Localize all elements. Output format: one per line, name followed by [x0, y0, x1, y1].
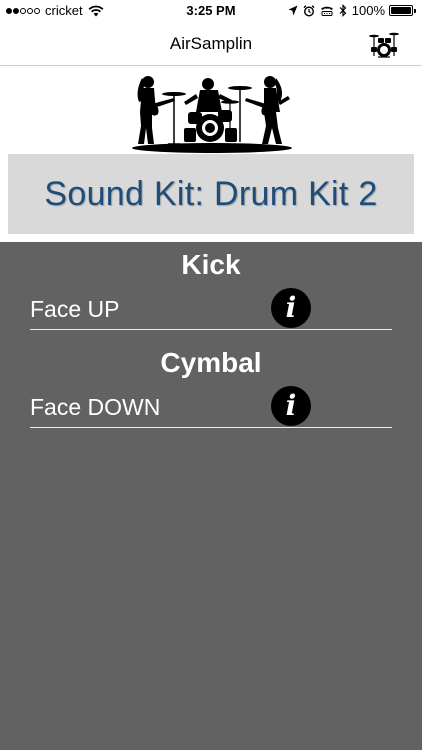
info-icon: i: [285, 291, 297, 324]
location-arrow-icon: [288, 5, 298, 16]
band-silhouette-image: [132, 76, 292, 153]
gesture-label: Face UP: [30, 296, 120, 322]
bluetooth-icon: [339, 4, 347, 17]
battery-level-fill: [391, 7, 411, 14]
gesture-mapping-panel: Kick Face UP i Cymbal Face DOWN i: [0, 242, 422, 750]
band-silhouette-banner: [130, 72, 292, 154]
drum-kit-button[interactable]: [368, 28, 400, 60]
battery-tip: [414, 8, 416, 13]
app-title: AirSamplin: [169, 34, 253, 53]
status-right: 100%: [283, 3, 416, 18]
row-divider: [30, 329, 392, 330]
info-button[interactable]: i: [271, 288, 311, 328]
drum-kit-icon: [369, 32, 399, 58]
alarm-clock-icon: [303, 4, 315, 17]
info-icon: i: [285, 389, 297, 422]
navigation-bar: AirSamplin: [0, 22, 422, 66]
sound-kit-banner: Sound Kit: Drum Kit 2: [8, 154, 414, 234]
info-button[interactable]: i: [271, 386, 311, 426]
section-title: Kick: [181, 249, 241, 280]
row-divider: [30, 427, 392, 428]
tty-icon: [320, 6, 333, 16]
battery-icon: [389, 5, 413, 16]
gesture-label: Face DOWN: [30, 394, 161, 420]
battery-percent: 100%: [351, 3, 385, 18]
status-bar: cricket 3:25 PM 100%: [0, 0, 422, 22]
sound-kit-title: Sound Kit: Drum Kit 2: [44, 174, 378, 213]
section-title: Cymbal: [160, 347, 262, 378]
